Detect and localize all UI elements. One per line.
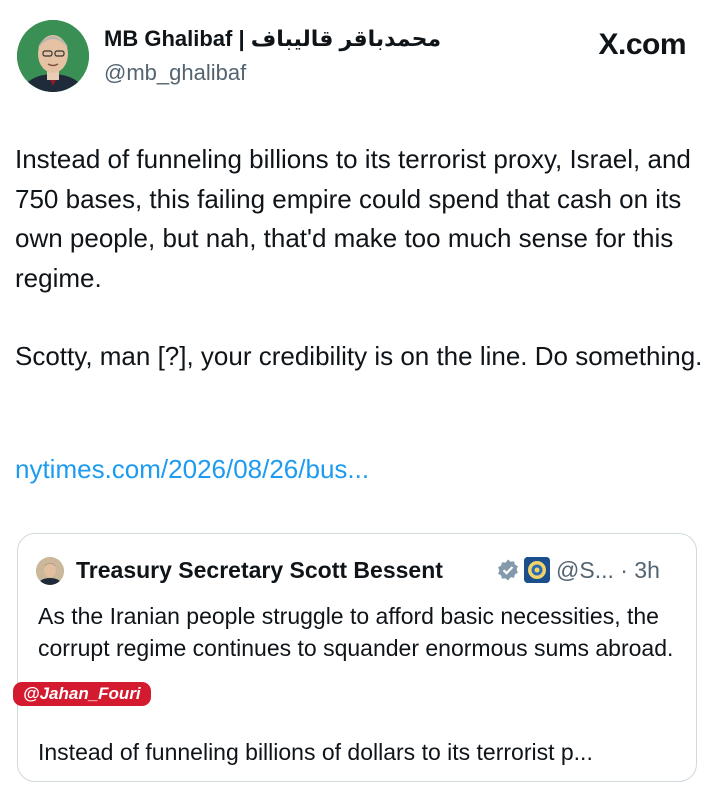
verified-badge-icon [496,558,520,582]
quoted-post[interactable]: Treasury Secretary Scott Bessent @S... ·… [17,533,697,782]
post-paragraph: Instead of funneling billions to its ter… [15,144,691,293]
government-seal-icon [524,557,550,583]
post-paragraph: Scotty, man [?], your credibility is on … [15,341,703,371]
article-link[interactable]: nytimes.com/2026/08/26/bus... [15,454,369,485]
watermark-badge: @Jahan_Fouri [13,682,151,706]
quoted-author-avatar[interactable] [36,557,64,585]
author-handle[interactable]: @mb_ghalibaf [104,60,246,86]
post-header: MB Ghalibaf | محمدباقر قالیباف @mb_ghali… [0,0,712,110]
x-logo-icon: X.com [598,28,686,61]
author-avatar[interactable] [17,20,89,92]
author-name[interactable]: MB Ghalibaf | محمدباقر قالیباف [104,26,441,52]
quoted-handle-time[interactable]: @S... · 3h [556,557,660,584]
quoted-paragraph: As the Iranian people struggle to afford… [38,603,674,661]
post-body: Instead of funneling billions to its ter… [15,140,705,377]
quoted-post-body: As the Iranian people struggle to afford… [38,600,688,765]
quoted-author-name[interactable]: Treasury Secretary Scott Bessent [76,557,443,584]
quoted-paragraph: Instead of funneling billions of dollars… [38,739,593,765]
